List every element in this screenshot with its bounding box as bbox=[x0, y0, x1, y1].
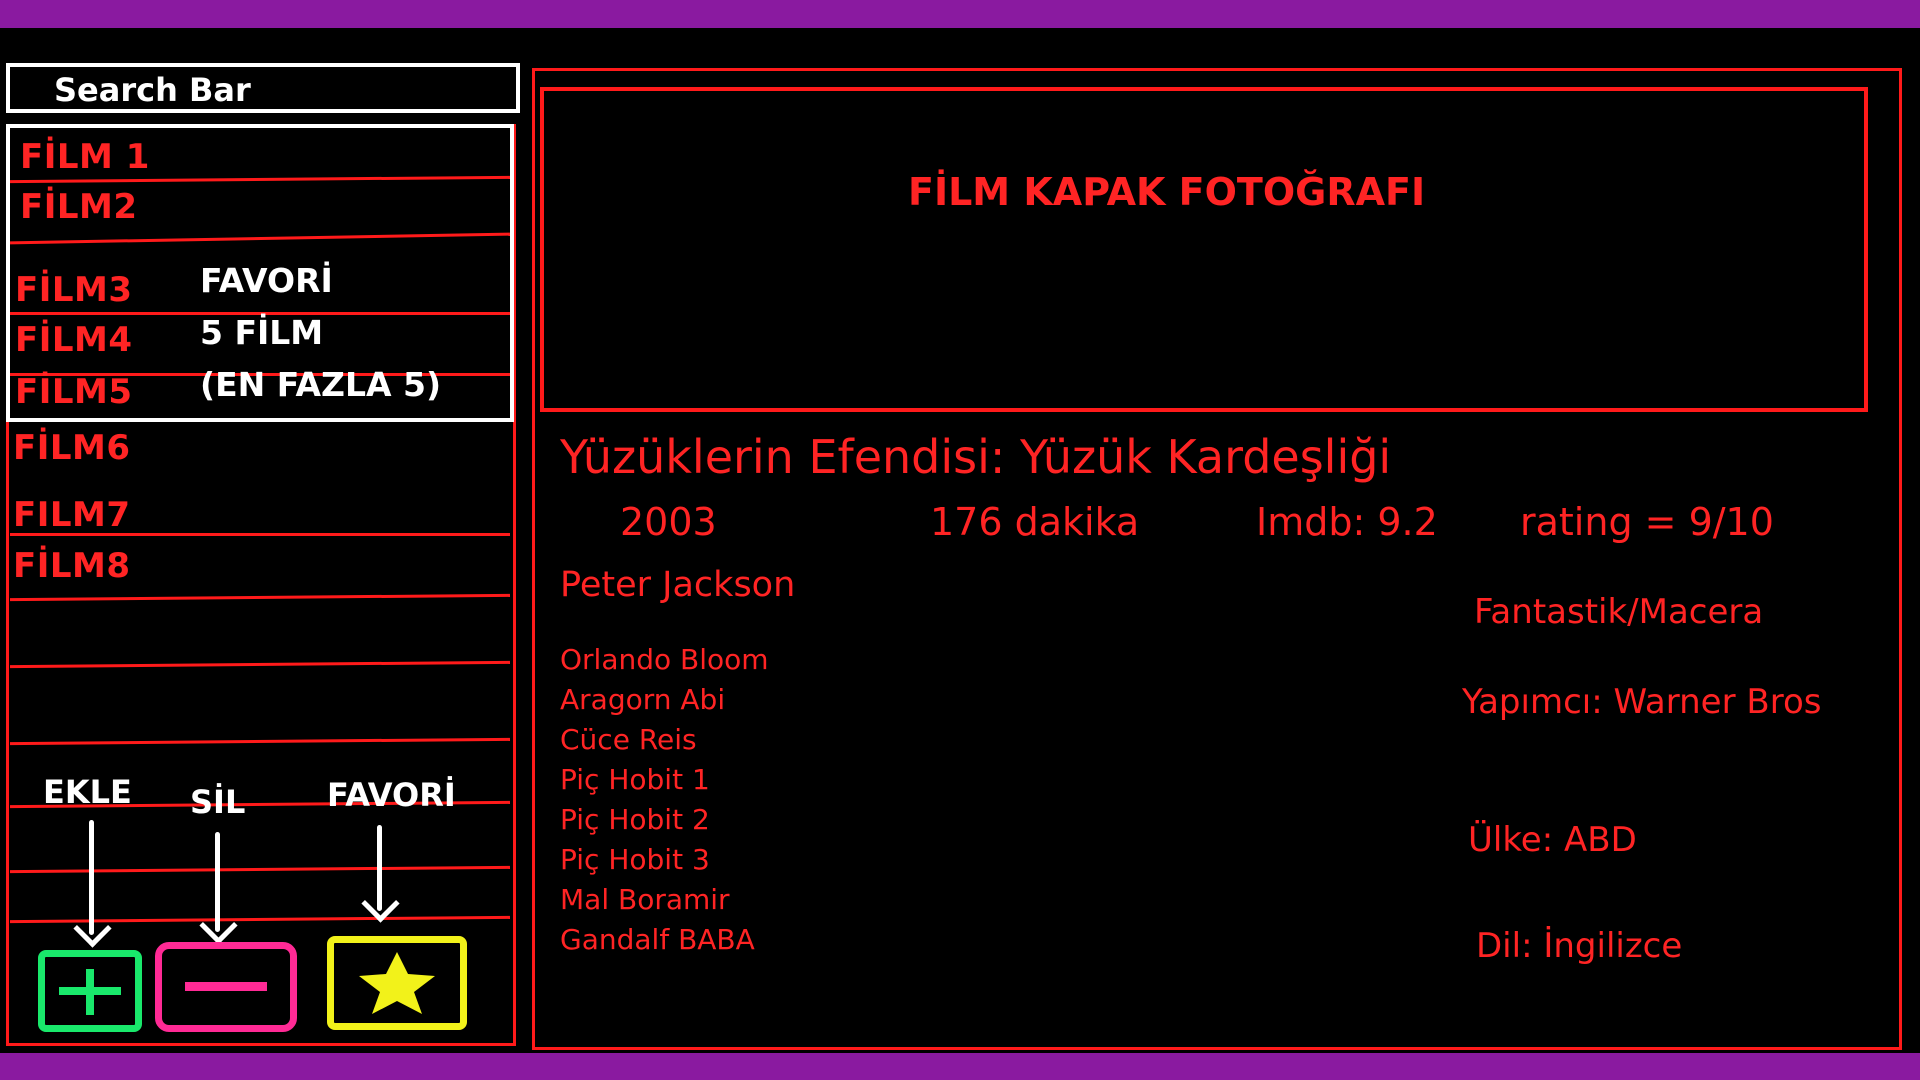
film-list-item[interactable]: FİLM4 bbox=[15, 320, 133, 360]
minus-icon bbox=[185, 982, 267, 991]
cast-member: Mal Boramir bbox=[560, 883, 730, 916]
add-button[interactable] bbox=[38, 950, 142, 1032]
movie-rating: rating = 9/10 bbox=[1520, 500, 1774, 544]
plus-icon bbox=[59, 969, 121, 1015]
cast-member: Piç Hobit 1 bbox=[560, 763, 710, 796]
delete-label: SİL bbox=[190, 783, 246, 821]
favorites-note: FAVORİ 5 FİLM (EN FAZLA 5) bbox=[200, 255, 441, 411]
movie-title: Yüzüklerin Efendisi: Yüzük Kardeşliği bbox=[560, 430, 1392, 484]
cast-member: Orlando Bloom bbox=[560, 643, 769, 676]
film-list-item[interactable]: FİLM5 bbox=[15, 372, 133, 412]
favorites-note-line: (EN FAZLA 5) bbox=[200, 365, 442, 404]
cast-member: Aragorn Abi bbox=[560, 683, 726, 716]
movie-language: Dil: İngilizce bbox=[1476, 926, 1683, 966]
film-list-item[interactable]: FİLM3 bbox=[15, 270, 133, 310]
movie-cast-list: Orlando Bloom Aragorn Abi Cüce Reis Piç … bbox=[560, 640, 769, 960]
search-bar[interactable]: Search Bar bbox=[6, 63, 520, 113]
bottom-bar bbox=[0, 1053, 1920, 1080]
delete-button[interactable] bbox=[155, 942, 297, 1032]
movie-producer: Yapımcı: Warner Bros bbox=[1462, 682, 1822, 722]
film-list-item[interactable]: FİLM6 bbox=[13, 428, 131, 468]
star-icon bbox=[359, 952, 435, 1014]
film-list-item[interactable]: FİLM2 bbox=[20, 187, 138, 227]
movie-year: 2003 bbox=[620, 500, 717, 544]
favorite-label: FAVORİ bbox=[327, 776, 456, 814]
movie-genre: Fantastik/Macera bbox=[1474, 592, 1764, 632]
movie-duration: 176 dakika bbox=[930, 500, 1140, 544]
favorites-note-line: FAVORİ bbox=[200, 261, 333, 300]
search-bar-label: Search Bar bbox=[54, 71, 251, 109]
film-list-item[interactable]: FILM7 bbox=[13, 495, 131, 535]
cast-member: Piç Hobit 3 bbox=[560, 843, 710, 876]
top-bar bbox=[0, 0, 1920, 28]
cover-placeholder-label: FİLM KAPAK FOTOĞRAFI bbox=[908, 170, 1426, 214]
favorite-button[interactable] bbox=[327, 936, 467, 1030]
cast-member: Cüce Reis bbox=[560, 723, 697, 756]
cast-member: Piç Hobit 2 bbox=[560, 803, 710, 836]
cast-member: Gandalf BABA bbox=[560, 923, 755, 956]
movie-director: Peter Jackson bbox=[560, 565, 796, 605]
film-list-item[interactable]: FİLM8 bbox=[13, 546, 131, 586]
movie-cover-image bbox=[540, 87, 1868, 412]
movie-imdb-score: Imdb: 9.2 bbox=[1256, 500, 1438, 544]
movie-country: Ülke: ABD bbox=[1468, 820, 1637, 860]
film-list-item[interactable]: FİLM 1 bbox=[20, 137, 150, 177]
favorites-note-line: 5 FİLM bbox=[200, 313, 324, 352]
add-label: EKLE bbox=[43, 773, 132, 811]
